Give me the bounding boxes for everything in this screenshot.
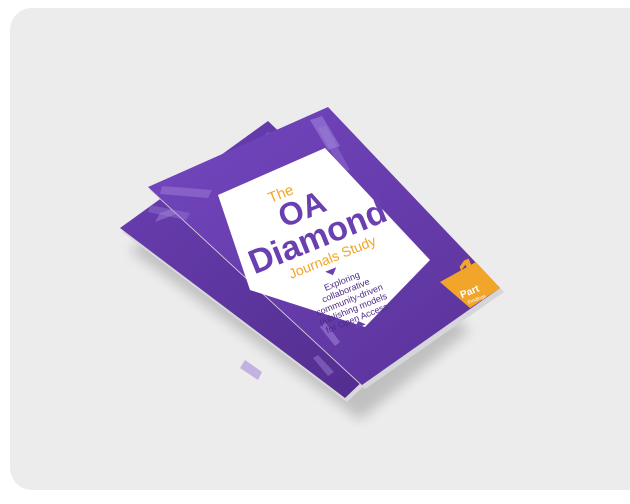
booklet-mockup-scene: The OA Diamond Journals Study Exploring …	[0, 0, 630, 499]
